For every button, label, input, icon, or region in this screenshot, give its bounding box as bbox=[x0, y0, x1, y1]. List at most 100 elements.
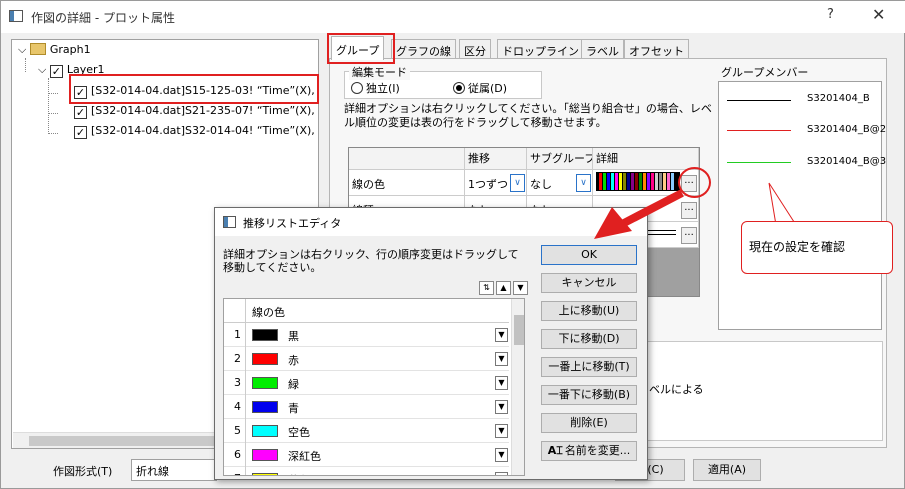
arrow-up-icon[interactable]: ▲ bbox=[496, 281, 511, 295]
color-name: 緑 bbox=[288, 378, 299, 391]
chevron-down-icon[interactable]: ▼ bbox=[495, 376, 508, 390]
sort-icon[interactable]: ⇅ bbox=[479, 281, 494, 295]
plot-type-select[interactable]: 折れ線 bbox=[131, 459, 217, 481]
folder-icon bbox=[29, 43, 46, 55]
checkbox-icon[interactable]: ✓ bbox=[49, 65, 63, 78]
chevron-down-icon[interactable]: ∨ bbox=[576, 174, 591, 192]
member-line-swatch bbox=[727, 130, 791, 131]
color-swatch bbox=[252, 329, 278, 341]
member-name: S3201404_B@2 bbox=[807, 124, 887, 135]
list-header: 線の色 bbox=[224, 299, 509, 323]
title-bar: 作図の詳細 - プロット属性 ? ✕ bbox=[1, 1, 905, 33]
member-name: S3201404_B bbox=[807, 93, 870, 104]
color-name: 青 bbox=[288, 402, 299, 415]
radio-label: 従属(D) bbox=[468, 82, 508, 95]
member-name: S3201404_B@3 bbox=[807, 156, 887, 167]
detail-hint-text: 詳細オプションは右クリックしてください。「総当り組合せ」の場合、レベル順位の変更… bbox=[344, 102, 712, 129]
delete-button[interactable]: 削除(E) bbox=[541, 413, 637, 433]
grid-cell-value: 1つずつ bbox=[468, 178, 508, 191]
window-icon bbox=[223, 216, 236, 228]
chevron-down-icon[interactable]: ▼ bbox=[495, 472, 508, 475]
row-number: 4 bbox=[224, 395, 246, 419]
color-swatch bbox=[252, 449, 278, 461]
apply-button[interactable]: 適用(A) bbox=[693, 459, 761, 481]
collapse-icon[interactable]: ⌵ bbox=[38, 63, 46, 76]
move-bottom-button[interactable]: 一番下に移動(B) bbox=[541, 385, 637, 405]
radio-dependent[interactable]: 従属(D) bbox=[453, 80, 507, 96]
window-title: 作図の詳細 - プロット属性 bbox=[31, 11, 175, 25]
list-item[interactable]: 1 黒 ▼ bbox=[224, 323, 509, 347]
ok-button[interactable]: OK bbox=[541, 245, 637, 265]
tab-drop-line[interactable]: ドロップライン bbox=[497, 39, 584, 59]
chevron-down-icon[interactable]: ▼ bbox=[495, 400, 508, 414]
row-number: 1 bbox=[224, 323, 246, 347]
pointer-arrow bbox=[594, 189, 684, 239]
list-item[interactable]: 4 青 ▼ bbox=[224, 395, 509, 419]
color-swatch bbox=[252, 401, 278, 413]
list-item[interactable]: 7 黄色 ▼ bbox=[224, 467, 509, 475]
color-swatch bbox=[252, 473, 278, 475]
radio-label: 独立(I) bbox=[366, 82, 400, 95]
list-item[interactable]: 5 空色 ▼ bbox=[224, 419, 509, 443]
move-top-button[interactable]: 一番上に移動(T) bbox=[541, 357, 637, 377]
member-line-swatch bbox=[727, 100, 791, 101]
row-number: 6 bbox=[224, 443, 246, 467]
color-swatch bbox=[252, 377, 278, 389]
tab-offset[interactable]: オフセット bbox=[624, 39, 689, 59]
list-vertical-scrollbar[interactable] bbox=[511, 299, 524, 475]
color-name: 黒 bbox=[288, 330, 299, 343]
sort-buttons: ⇅ ▲ ▼ bbox=[477, 280, 528, 295]
dialog-title: 推移リストエディタ bbox=[243, 217, 342, 230]
radio-selected-icon[interactable] bbox=[453, 82, 465, 94]
checkbox-icon[interactable]: ✓ bbox=[74, 106, 87, 119]
color-name: 空色 bbox=[288, 426, 310, 439]
move-up-button[interactable]: 上に移動(U) bbox=[541, 301, 637, 321]
dialog-hint-text: 詳細オプションは右クリック、行の順序変更はドラッグして移動してください。 bbox=[223, 248, 519, 274]
tree-node-graph[interactable]: ⌵ Graph1 bbox=[18, 43, 91, 57]
member-line-swatch bbox=[727, 162, 791, 163]
chevron-down-icon[interactable]: ▼ bbox=[495, 448, 508, 462]
list-header-corner bbox=[224, 299, 246, 323]
tree-node-plot-2[interactable]: ✓ [S32-014-04.dat]S21-235-07! “Time”(X), … bbox=[74, 104, 319, 119]
grid-corner bbox=[349, 148, 465, 170]
tab-label[interactable]: ラベル bbox=[581, 39, 624, 59]
move-down-button[interactable]: 下に移動(D) bbox=[541, 329, 637, 349]
radio-independent[interactable]: 独立(I) bbox=[351, 80, 400, 96]
rename-label: 名前を変更... bbox=[564, 444, 631, 457]
chevron-down-icon[interactable]: ▼ bbox=[495, 352, 508, 366]
transition-list-editor-dialog: 推移リストエディタ 詳細オプションは右クリック、行の順序変更はドラッグして移動し… bbox=[214, 207, 648, 480]
close-button[interactable]: ✕ bbox=[872, 5, 885, 24]
collapse-icon[interactable]: ⌵ bbox=[18, 43, 26, 56]
rename-icon: A⌶ bbox=[547, 444, 563, 457]
list-header-label: 線の色 bbox=[252, 306, 285, 319]
edit-mode-label: 編集モード bbox=[349, 64, 410, 80]
checkbox-icon[interactable]: ✓ bbox=[74, 126, 87, 139]
tab-segment[interactable]: 区分 bbox=[459, 39, 491, 59]
grid-row-label: 線の色 bbox=[349, 170, 465, 196]
callout-pointer bbox=[768, 182, 797, 226]
tree-node-plot-3[interactable]: ✓ [S32-014-04.dat]S32-014-04! “Time”(X), … bbox=[74, 124, 319, 139]
tree-node-label: [S32-014-04.dat]S32-014-04! “Time”(X), “… bbox=[91, 124, 319, 137]
chevron-down-icon[interactable]: ∨ bbox=[510, 174, 525, 192]
scrollbar-thumb[interactable] bbox=[514, 315, 524, 345]
color-name: 深紅色 bbox=[288, 450, 321, 463]
tab-graph-line[interactable]: グラフの線 bbox=[391, 39, 456, 59]
list-item[interactable]: 2 赤 ▼ bbox=[224, 347, 509, 371]
dialog-title-bar: 推移リストエディタ bbox=[215, 208, 647, 236]
rename-button[interactable]: A⌶ 名前を変更... bbox=[541, 441, 637, 461]
arrow-down-icon[interactable]: ▼ bbox=[513, 281, 528, 295]
dialog-cancel-button[interactable]: キャンセル bbox=[541, 273, 637, 293]
help-button[interactable]: ? bbox=[827, 7, 834, 22]
grid-header-transition: 推移 bbox=[465, 148, 527, 170]
list-item[interactable]: 3 緑 ▼ bbox=[224, 371, 509, 395]
chevron-down-icon[interactable]: ▼ bbox=[495, 424, 508, 438]
plot-type-label: 作図形式(T) bbox=[53, 465, 113, 478]
tab-group[interactable]: グループ bbox=[331, 36, 385, 60]
row-number: 5 bbox=[224, 419, 246, 443]
radio-icon[interactable] bbox=[351, 82, 363, 94]
list-item[interactable]: 6 深紅色 ▼ bbox=[224, 443, 509, 467]
chevron-down-icon[interactable]: ▼ bbox=[495, 328, 508, 342]
transition-list[interactable]: 線の色 1 黒 ▼ 2 赤 ▼ 3 緑 ▼ 4 青 ▼ 5 空色 ▼ 6 深紅色… bbox=[223, 298, 525, 476]
tree-node-label: [S32-014-04.dat]S21-235-07! “Time”(X), “… bbox=[91, 104, 319, 117]
grid-header-subgroup: サブグループ bbox=[527, 148, 593, 170]
